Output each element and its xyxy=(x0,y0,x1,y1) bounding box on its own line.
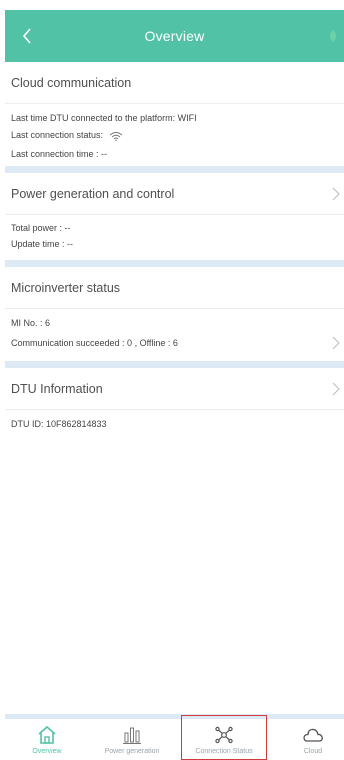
bar-chart-icon xyxy=(123,727,141,744)
mi-number-text: MI No. : 6 xyxy=(11,318,51,328)
tab-label: Overview xyxy=(32,748,62,755)
tab-label: Cloud xyxy=(303,748,323,755)
leaf-icon[interactable] xyxy=(326,28,340,44)
tab-label: Power generation xyxy=(104,748,160,755)
connected-via-text: Last time DTU connected to the platform:… xyxy=(11,113,197,123)
connection-status-label: Last connection status: xyxy=(11,130,104,140)
section-title: DTU Information xyxy=(11,381,103,396)
tab-power-generation[interactable]: Power generation xyxy=(90,719,174,760)
cloud-communication-header: Cloud communication xyxy=(5,62,344,104)
communication-row[interactable]: Communication succeeded : 0 , Offline : … xyxy=(5,333,344,353)
tab-overview[interactable]: Overview xyxy=(5,719,89,760)
update-time-row: Update time : -- xyxy=(5,236,344,252)
total-power-row: Total power : -- xyxy=(5,220,344,236)
tab-cloud[interactable]: Cloud xyxy=(271,719,344,760)
cloud-icon xyxy=(303,728,323,742)
section-title: Power generation and control xyxy=(11,186,175,201)
top-nav-bar: Overview xyxy=(5,10,344,62)
connection-time-row: Last connection time : -- xyxy=(5,144,344,164)
dtu-id-row: DTU ID: 10F862814833 xyxy=(5,414,344,434)
connection-status-row: Last connection status: xyxy=(5,126,344,144)
status-bar xyxy=(0,0,344,10)
dtu-id-text: DTU ID: 10F862814833 xyxy=(11,419,107,429)
chevron-right-icon xyxy=(332,382,340,396)
wifi-icon xyxy=(109,131,122,141)
communication-text: Communication succeeded : 0 , Offline : … xyxy=(11,338,178,348)
page-title: Overview xyxy=(144,28,205,44)
dtu-information-header[interactable]: DTU Information xyxy=(5,368,344,410)
chevron-right-icon xyxy=(332,336,340,350)
update-time-text: Update time : -- xyxy=(11,239,74,249)
chevron-left-icon xyxy=(22,28,31,44)
connected-via-row: Last time DTU connected to the platform:… xyxy=(5,110,344,126)
section-divider xyxy=(5,361,344,368)
total-power-text: Total power : -- xyxy=(11,223,71,233)
home-icon xyxy=(38,725,56,744)
app-screen: Overview Cloud communication Last time D… xyxy=(0,0,344,760)
overview-content: Cloud communication Last time DTU connec… xyxy=(5,62,344,434)
section-divider xyxy=(5,260,344,267)
connection-time-text: Last connection time : -- xyxy=(11,149,108,159)
mi-number-row: MI No. : 6 xyxy=(5,313,344,333)
selection-highlight-box xyxy=(181,715,267,760)
back-button[interactable] xyxy=(15,22,39,50)
section-title: Cloud communication xyxy=(11,75,132,90)
power-generation-header[interactable]: Power generation and control xyxy=(5,173,344,215)
section-title: Microinverter status xyxy=(11,280,121,295)
section-divider xyxy=(5,166,344,173)
bottom-tab-bar: Overview Power generation Connection Sta… xyxy=(5,714,344,760)
microinverter-status-header: Microinverter status xyxy=(5,267,344,309)
chevron-right-icon xyxy=(332,187,340,201)
